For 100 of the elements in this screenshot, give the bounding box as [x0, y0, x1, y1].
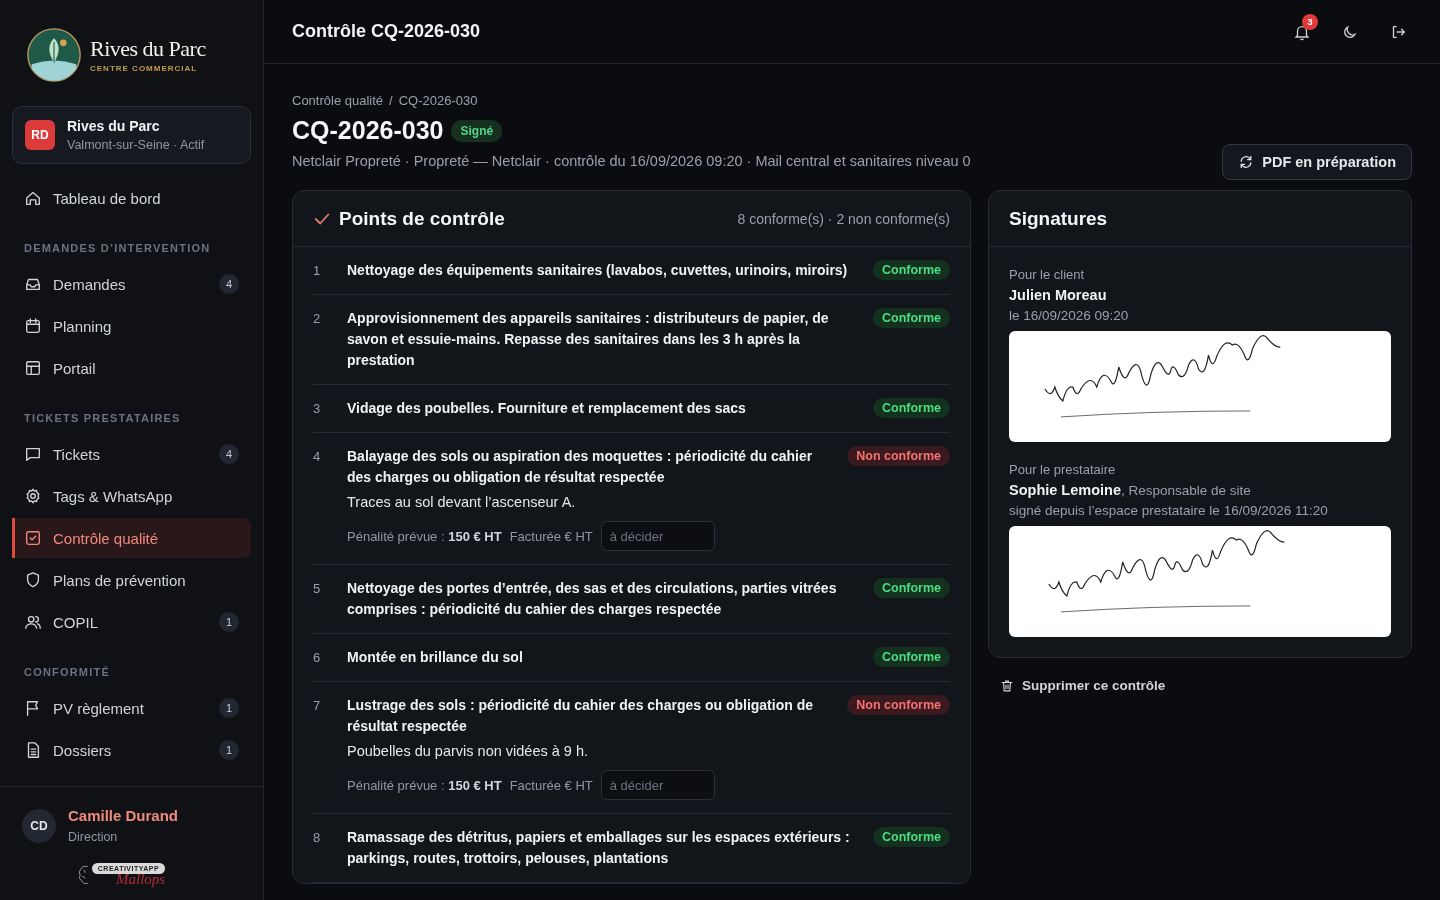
checkpoint-title: Lustrage des sols : périodicité du cahier des charges ou obligation de résultat respectée: [347, 696, 814, 736]
card-title: Signatures: [1009, 207, 1108, 230]
count-badge: 4: [219, 274, 239, 294]
item-number: 5: [313, 580, 322, 596]
checkpoint-title: Nettoyage des équipements sanitaires (lavabos, cuvettes, urinoirs, miroirs): [347, 261, 849, 280]
sidebar-item[interactable]: Dossiers 1: [12, 730, 251, 770]
status-badge: Non conforme: [847, 446, 950, 466]
status-badge: Conforme: [872, 578, 950, 598]
site-avatar: RD: [25, 120, 55, 150]
home-icon: [24, 189, 42, 207]
nav-label: Planning: [53, 317, 113, 335]
sidebar-item[interactable]: COPIL 1: [12, 602, 251, 642]
trash-icon: [1000, 678, 1014, 693]
signer-label: Pour le client: [1009, 267, 1086, 282]
count-badge: 1: [219, 612, 239, 632]
nav-label: Tags & WhatsApp: [53, 487, 174, 505]
card-title: Points de contrôle: [339, 207, 505, 230]
page-subtitle: Netclair Propreté · Propreté — Netclair · contrôle du 16/09/2026 09:20 · Mail central et sanitaires niveau 0: [292, 153, 971, 169]
status-badge: Signé: [451, 119, 503, 142]
checkpoint-title: Montée en brillance du sol: [347, 648, 524, 667]
sidebar-item[interactable]: Contrôle qualité: [12, 518, 251, 558]
nav-label: Demandes: [53, 275, 127, 293]
billed-label: Facturée € HT: [509, 528, 593, 544]
pdf-button[interactable]: PDF en préparation: [1222, 144, 1412, 180]
checklist-summary: 8 conforme(s) · 2 non conforme(s): [737, 210, 950, 227]
status-badge: Conforme: [872, 398, 950, 418]
logo-emblem-icon: [26, 27, 82, 83]
nav-label: Plans de prévention: [53, 571, 187, 589]
signature-date: le 16/09/2026 09:20: [1009, 308, 1130, 323]
nav-label: Portail: [53, 359, 97, 377]
count-badge: 1: [219, 740, 239, 760]
mallops-wordmark: Mallops: [116, 872, 166, 887]
checkpoint-note: Poubelles du parvis non vidées à 9 h.: [347, 742, 590, 761]
checkpoint-title: Balayage des sols ou aspiration des moquettes : périodicité du cahier des charges ou obligation de résultat respectée: [347, 447, 814, 487]
user-name[interactable]: Camille Durand: [68, 807, 179, 824]
user-avatar: CD: [22, 808, 56, 843]
checkpoint-title: Vidage des poubelles. Fourniture et remplacement des sacs: [347, 399, 747, 418]
status-badge: Conforme: [872, 647, 950, 667]
users-icon: [24, 613, 42, 631]
nav-label: Dossiers: [53, 741, 113, 759]
sidebar-item[interactable]: Tickets 4: [12, 434, 251, 474]
site-name: Rives du Parc: [67, 118, 161, 134]
breadcrumb-item: CQ-2026-030: [398, 93, 478, 108]
count-badge: 1: [219, 698, 239, 718]
checkpoint-title: Ramassage des détritus, papiers et emballages sur les espaces extérieurs : parkings, routes, trottoirs, pelouses, plantations: [347, 828, 851, 868]
brand-name: Rives du Parc: [90, 37, 206, 62]
item-number: 2: [313, 310, 322, 326]
signer-name: Sophie Lemoine, Responsable de site: [1009, 482, 1252, 498]
count-badge: 4: [219, 444, 239, 464]
sidebar-item[interactable]: PV règlement 1: [12, 688, 251, 728]
nav-section-label: DEMANDES D’INTERVENTION: [23, 241, 212, 256]
billed-amount-field[interactable]: à décider: [600, 770, 715, 800]
nav-label: Tickets: [53, 445, 101, 463]
nav-label: Tableau de bord: [53, 189, 162, 207]
status-badge: Conforme: [872, 827, 950, 847]
sidebar-item[interactable]: Tableau de bord: [12, 178, 251, 218]
notification-count-badge: 3: [1302, 13, 1318, 30]
user-role: Direction: [68, 830, 119, 844]
billed-label: Facturée € HT: [509, 777, 593, 793]
page-header-title: Contrôle CQ-2026-030: [292, 21, 481, 42]
item-number: 6: [313, 649, 322, 665]
sidebar-item[interactable]: Planning: [12, 306, 251, 346]
signature-date: signé depuis l’espace prestataire le 16/09/2026 11:20: [1009, 503, 1329, 518]
item-number: 1: [313, 262, 322, 278]
item-number: 4: [313, 448, 322, 464]
sidebar-item[interactable]: Portail: [12, 348, 251, 388]
checkpoint-title: Nettoyage des portes d’entrée, des sas et des circulations, parties vitrées comprises : périodicité du cahier des charges respectée: [347, 579, 838, 619]
chat-bubble-icon: [24, 445, 42, 463]
sidebar-item[interactable]: Tags & WhatsApp: [12, 476, 251, 516]
calendar-icon: [24, 317, 42, 335]
status-badge: Conforme: [872, 260, 950, 280]
sidebar-item[interactable]: Plans de prévention: [12, 560, 251, 600]
breadcrumb-item[interactable]: Contrôle qualité: [292, 93, 384, 108]
item-number: 7: [313, 697, 322, 713]
checkpoint-title: Approvisionnement des appareils sanitaires : distributeurs de papier, de savon et essuie-mains. Repasse des sanitaires dans les 3 h après la prestation: [347, 309, 830, 370]
sidebar-item[interactable]: Demandes 4: [12, 264, 251, 304]
penalty-text: Pénalité prévue : 150 € HT: [347, 777, 502, 793]
site-card[interactable]: RD Rives du Parc Valmont-sur-Seine · Actif: [12, 106, 251, 164]
item-number: 3: [313, 400, 322, 416]
signer-label: Pour le prestataire: [1009, 462, 1117, 477]
nav-label: COPIL: [53, 613, 99, 631]
site-subtitle: Valmont-sur-Seine · Actif: [67, 138, 205, 152]
signer-name: Julien Moreau: [1009, 287, 1108, 303]
page-title: CQ-2026-030: [292, 116, 444, 145]
layout-icon: [24, 359, 42, 377]
penalty-text: Pénalité prévue : 150 € HT: [347, 528, 502, 544]
status-badge: Non conforme: [847, 695, 950, 715]
status-badge: Conforme: [872, 308, 950, 328]
breadcrumb-separator: /: [389, 93, 393, 108]
billed-amount-field[interactable]: à décider: [600, 521, 715, 551]
checkpoint-note: Traces au sol devant l’ascenseur A.: [347, 493, 577, 512]
delete-button[interactable]: Supprimer ce contrôle: [988, 674, 1178, 697]
brand-tagline: CENTRE COMMERCIAL: [90, 63, 199, 73]
nav-label: PV règlement: [53, 699, 145, 717]
settings-icon: [24, 487, 42, 505]
item-number: 8: [313, 829, 322, 845]
nav-section-label: TICKETS PRESTATAIRES: [23, 411, 182, 426]
checkbox-icon: [24, 529, 42, 547]
shield-icon: [24, 571, 42, 589]
nav-section-label: CONFORMITÉ: [23, 665, 111, 680]
